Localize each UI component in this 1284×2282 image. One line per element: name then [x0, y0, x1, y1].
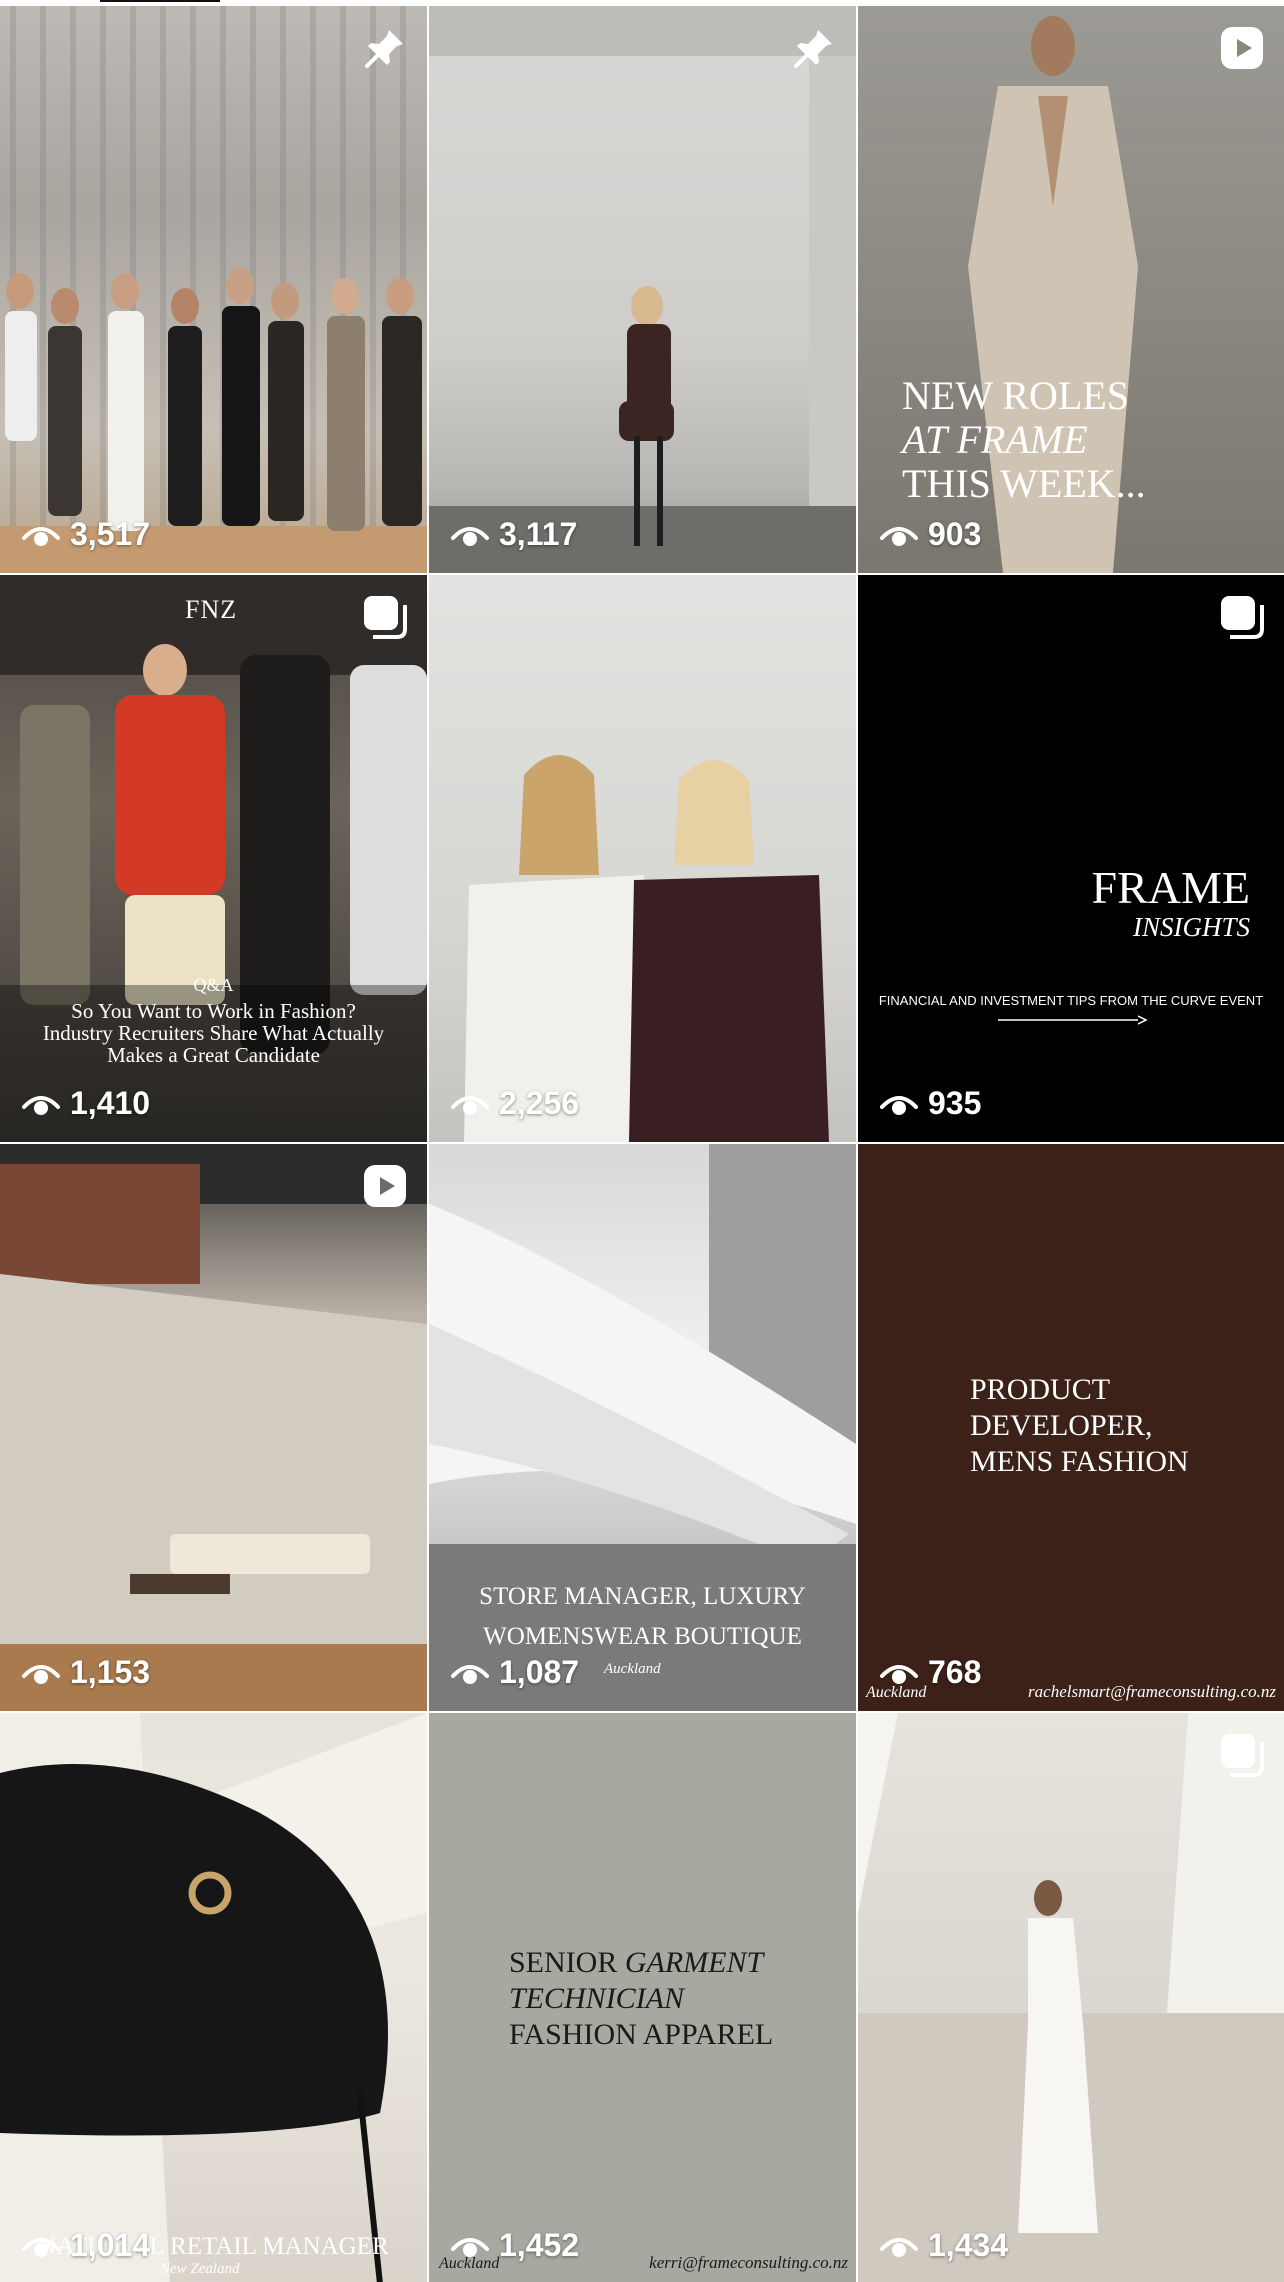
eye-icon	[880, 1095, 918, 1115]
view-count-value: 3,117	[499, 516, 578, 552]
post-tile[interactable]: 1,153	[0, 1144, 427, 1711]
post-tile[interactable]: NATIONAL RETAIL MANAGER New Zealand 1,01…	[0, 1713, 427, 2282]
caption-line: Makes a Great Candidate	[107, 1043, 320, 1067]
post-tile[interactable]: 3,517	[0, 6, 427, 573]
view-count: 935	[880, 1085, 981, 1122]
caption-kicker: Q&A	[193, 975, 234, 995]
view-count: 1,452	[451, 2227, 579, 2264]
view-count: 1,434	[880, 2227, 1008, 2264]
post-tile[interactable]: FNZ Q&A So You Want to Work in Fashion? …	[0, 575, 427, 1142]
post-tagline: FINANCIAL AND INVESTMENT TIPS FROM THE C…	[878, 993, 1264, 1008]
view-count-value: 935	[928, 1085, 982, 1121]
caption-line: DEVELOPER,	[970, 1409, 1153, 1442]
view-count: 1,410	[22, 1085, 150, 1122]
view-count-value: 1,410	[70, 1085, 151, 1121]
post-location: New Zealand	[160, 2261, 240, 2277]
eye-icon	[22, 1664, 60, 1684]
caption-line: STORE MANAGER, LUXURY	[479, 1583, 806, 1610]
caption-line: WOMENSWEAR BOUTIQUE	[483, 1623, 802, 1650]
post-caption: SENIOR GARMENT TECHNICIAN FASHION APPARE…	[509, 1945, 773, 2053]
post-tile[interactable]: 3,117	[429, 6, 856, 573]
eye-icon	[451, 1095, 489, 1115]
view-count-value: 1,087	[499, 1654, 580, 1690]
caption-line: TECHNICIAN	[509, 1982, 685, 2015]
post-tile[interactable]: STORE MANAGER, LUXURY WOMENSWEAR BOUTIQU…	[429, 1144, 856, 1711]
contact-email: kerri@frameconsulting.co.nz	[649, 2253, 848, 2272]
post-tile[interactable]: SENIOR GARMENT TECHNICIAN FASHION APPARE…	[429, 1713, 856, 2282]
post-caption: Q&A So You Want to Work in Fashion? Indu…	[0, 975, 427, 1066]
post-title: FRAME	[1091, 862, 1250, 913]
view-count: 1,153	[22, 1654, 150, 1691]
eye-icon	[451, 526, 489, 546]
posts-grid: 3,517 3,117 NEW ROLES AT FRAME THIS WEEK…	[0, 6, 1284, 2282]
caption-line: AT FRAME	[902, 417, 1088, 462]
group-of-people	[5, 268, 422, 531]
eye-icon	[880, 2237, 918, 2257]
caption-line: Industry Recruiters Share What Actually	[42, 1021, 385, 1045]
architectural-fashion-photo	[858, 1713, 1284, 2282]
eye-icon	[22, 2237, 60, 2257]
loft-interior	[0, 1144, 427, 1711]
view-count: 1,014	[22, 2227, 150, 2264]
clutch-bag-photo	[0, 1713, 427, 2282]
caption-line: THIS WEEK...	[902, 461, 1146, 506]
post-caption: PRODUCT DEVELOPER, MENS FASHION	[970, 1372, 1189, 1480]
eye-icon	[22, 1095, 60, 1115]
view-count-value: 2,256	[499, 1085, 580, 1121]
caption-line: FASHION APPAREL	[509, 2018, 774, 2051]
caption-line: NEW ROLES	[902, 373, 1130, 418]
caption-line: GARMENT	[624, 1946, 764, 1979]
post-tile[interactable]: 2,256	[429, 575, 856, 1142]
view-count-value: 1,434	[928, 2227, 1009, 2263]
view-count: 903	[880, 516, 981, 553]
post-location: Auckland	[604, 1661, 661, 1677]
eye-icon	[22, 526, 60, 546]
view-count: 2,256	[451, 1085, 579, 1122]
carousel-icon	[1221, 1734, 1264, 1777]
view-count: 768	[880, 1654, 981, 1691]
view-count-value: 1,014	[70, 2227, 151, 2263]
reel-icon	[1221, 27, 1263, 69]
studio-scene	[429, 6, 856, 573]
eye-icon	[451, 1664, 489, 1684]
view-count-value: 1,153	[70, 1654, 151, 1690]
contact-email: rachelsmart@frameconsulting.co.nz	[1028, 1682, 1276, 1701]
scroll-indicator	[100, 0, 220, 2]
post-tile[interactable]: NEW ROLES AT FRAME THIS WEEK... 903	[858, 6, 1284, 573]
reel-icon	[364, 1165, 406, 1207]
curtain-backdrop	[0, 6, 427, 573]
view-count: 3,117	[451, 516, 577, 553]
brand-mark: FNZ	[185, 595, 238, 624]
view-count: 1,087	[451, 1654, 579, 1691]
post-caption: STORE MANAGER, LUXURY WOMENSWEAR BOUTIQU…	[429, 1577, 856, 1657]
pin-icon	[794, 30, 832, 68]
carousel-icon	[364, 596, 407, 639]
pin-icon	[365, 30, 403, 68]
post-tile[interactable]: PRODUCT DEVELOPER, MENS FASHION Auckland…	[858, 1144, 1284, 1711]
arrow-icon	[998, 1015, 1148, 1025]
caption-line: PRODUCT	[970, 1373, 1111, 1406]
view-count-value: 1,452	[499, 2227, 580, 2263]
eye-icon	[451, 2237, 489, 2257]
two-women-portrait	[464, 755, 829, 1142]
view-count-value: 903	[928, 516, 982, 552]
post-tile[interactable]: 1,434	[858, 1713, 1284, 2282]
view-count-value: 768	[928, 1654, 982, 1690]
eye-icon	[880, 526, 918, 546]
caption-line: So You Want to Work in Fashion?	[71, 999, 356, 1023]
post-title-block: FRAME INSIGHTS	[1092, 865, 1250, 943]
post-tile[interactable]: FRAME INSIGHTS FINANCIAL AND INVESTMENT …	[858, 575, 1284, 1142]
view-count: 3,517	[22, 516, 150, 553]
carousel-icon	[1221, 596, 1264, 639]
view-count-value: 3,517	[70, 516, 151, 552]
caption-line: SENIOR	[509, 1946, 618, 1979]
caption-line: MENS FASHION	[970, 1445, 1189, 1478]
post-caption: NEW ROLES AT FRAME THIS WEEK...	[902, 374, 1146, 506]
post-subtitle: INSIGHTS	[1132, 912, 1250, 942]
eye-icon	[880, 1664, 918, 1684]
